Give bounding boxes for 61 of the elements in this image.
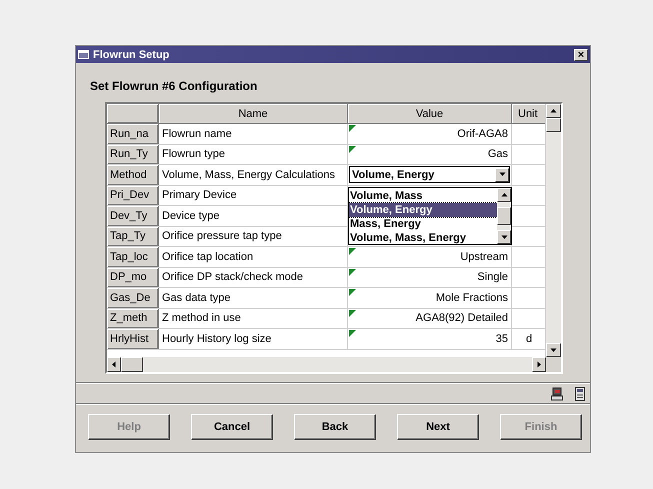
value-cell: Upstream <box>460 250 508 263</box>
dropdown-option[interactable]: Volume, Energy <box>349 203 497 217</box>
down-arrow-icon[interactable] <box>549 346 558 354</box>
value-cell: AGA8(92) Detailed <box>416 312 508 324</box>
column-header[interactable]: Name <box>159 104 348 123</box>
value-cell: 35 <box>496 332 508 345</box>
up-arrow-icon[interactable] <box>500 190 508 200</box>
name-cell: Volume, Mass, Energy Calculations <box>162 168 336 181</box>
name-cell: Device type <box>162 210 220 222</box>
horizontal-scrollbar[interactable] <box>107 357 546 372</box>
value-dropdown[interactable]: Volume, Energy <box>349 166 510 184</box>
dialog-button[interactable]: Cancel <box>191 414 273 440</box>
column-header[interactable]: Unit <box>512 104 545 123</box>
name-cell: Flowrun type <box>162 148 225 160</box>
list-scrollbar[interactable] <box>497 188 511 244</box>
unit-cell: d <box>526 332 532 345</box>
value-cell: Gas <box>488 148 508 160</box>
value-cell: Orif-AGA8 <box>457 128 508 140</box>
right-arrow-icon[interactable] <box>534 360 544 369</box>
dropdown-option[interactable]: Volume, Mass <box>349 189 497 203</box>
row-header[interactable]: Pri_Dev <box>107 186 159 205</box>
name-cell: Hourly History log size <box>162 332 272 345</box>
row-header[interactable]: Tap_Ty <box>107 226 159 246</box>
name-cell: Gas data type <box>162 292 230 304</box>
row-header[interactable]: Method <box>107 165 159 184</box>
row-header[interactable]: Z_meth <box>107 308 159 328</box>
name-cell: Flowrun name <box>162 128 232 140</box>
name-cell: Primary Device <box>162 189 237 202</box>
window-title: Flowrun Setup <box>93 48 170 60</box>
row-header[interactable]: DP_mo <box>107 268 159 287</box>
row-header[interactable]: Run_Ty <box>107 144 159 164</box>
left-arrow-icon[interactable] <box>110 360 118 369</box>
down-arrow-icon[interactable] <box>500 232 508 242</box>
up-arrow-icon[interactable] <box>549 106 558 116</box>
name-cell: Orifice pressure tap type <box>162 230 282 242</box>
scrollbar-corner <box>546 357 561 372</box>
corner-header[interactable] <box>107 104 159 123</box>
row-header[interactable]: HrlyHist <box>107 329 159 348</box>
window-icon <box>78 50 89 59</box>
dialog-button[interactable]: Next <box>397 414 479 440</box>
value-cell: Single <box>477 271 508 284</box>
computer-icon[interactable] <box>551 386 563 400</box>
scrollbar-thumb[interactable] <box>546 118 561 132</box>
row-header[interactable]: Tap_loc <box>107 247 159 266</box>
name-cell: Z method in use <box>162 312 241 324</box>
vertical-scrollbar[interactable] <box>545 104 561 357</box>
dropdown-option[interactable]: Mass, Energy <box>349 217 497 231</box>
dialog-button[interactable]: Back <box>294 414 376 440</box>
row-header[interactable]: Dev_Ty <box>107 206 159 226</box>
device-icon[interactable] <box>574 386 586 400</box>
row-header[interactable]: Run_na <box>107 124 159 144</box>
column-header[interactable]: Value <box>348 104 512 123</box>
close-button[interactable]: × <box>574 48 588 60</box>
scrollbar-thumb[interactable] <box>497 207 511 225</box>
row-header[interactable]: Gas_De <box>107 288 159 308</box>
name-cell: Orifice DP stack/check mode <box>162 271 304 284</box>
heading: Set Flowrun #6 Configuration <box>90 79 258 93</box>
name-cell: Orifice tap location <box>162 250 254 263</box>
dropdown-option[interactable]: Volume, Mass, Energy <box>349 231 497 245</box>
scrollbar-thumb[interactable] <box>121 357 143 372</box>
value-cell: Mole Fractions <box>436 292 508 304</box>
